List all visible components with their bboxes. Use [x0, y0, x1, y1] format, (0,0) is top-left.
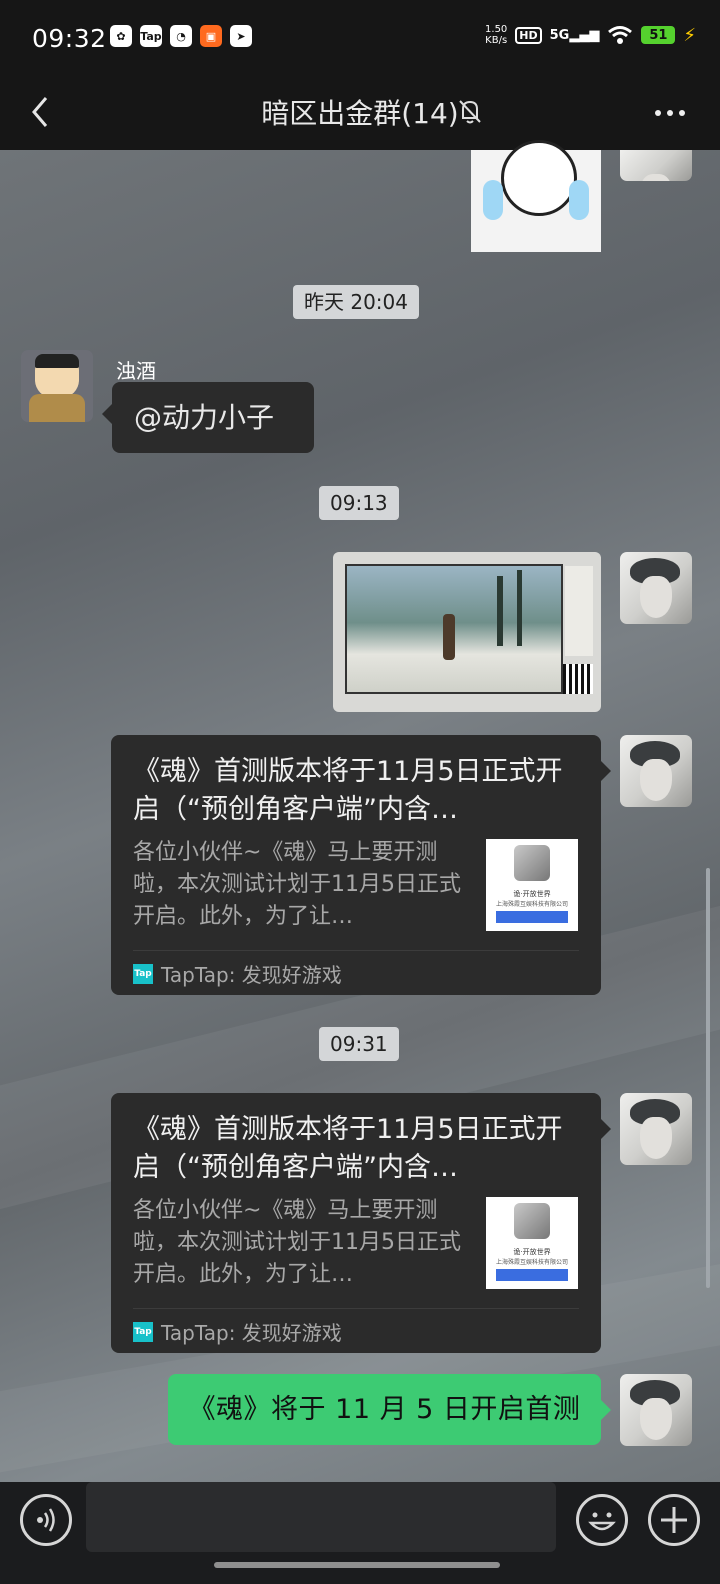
card-thumbnail: 诡·开放世界 上海殊霞互娱科技有限公司	[486, 839, 578, 931]
hd-icon: HD	[515, 26, 542, 44]
timestamp: 09:13	[319, 486, 399, 520]
avatar-self[interactable]	[620, 150, 692, 181]
notification-icons: ✿ Tap ◔ ▣ ➤	[110, 25, 252, 47]
avatar-self[interactable]	[620, 1374, 692, 1446]
status-bar: 09:32 ✿ Tap ◔ ▣ ➤ 1.50 KB/s HD 5G▂▄▆ 51 …	[0, 0, 720, 78]
send-app-icon: ➤	[230, 25, 252, 47]
message-bubble-self[interactable]: 《魂》将于 11 月 5 日开启首测	[168, 1374, 611, 1445]
net-speed: 1.50 KB/s	[485, 24, 508, 46]
card-source: Tap TapTap: 发现好游戏	[133, 963, 342, 987]
avatar-self[interactable]	[620, 735, 692, 807]
voice-input-icon[interactable]	[20, 1494, 72, 1546]
message-input[interactable]	[86, 1482, 556, 1552]
taptap-icon: Tap	[133, 963, 153, 984]
card-description: 各位小伙伴~《魂》马上要开测啦，本次测试计划于11月5日正式开启。此外，为了让…	[133, 1198, 461, 1287]
sticker-message[interactable]	[471, 140, 601, 252]
card-title: 《魂》首测版本将于11月5日正式开启（“预创角客户端”内含…	[133, 756, 563, 825]
charging-icon: ⚡	[683, 24, 696, 46]
card-title: 《魂》首测版本将于11月5日正式开启（“预创角客户端”内含…	[133, 1114, 563, 1183]
battery-icon: 51	[641, 26, 676, 44]
game-logo-icon	[514, 845, 550, 881]
taptap-icon: Tap	[140, 25, 162, 47]
avatar-self[interactable]	[620, 1093, 692, 1165]
link-card[interactable]: 《魂》首测版本将于11月5日正式开启（“预创角客户端”内含… 各位小伙伴~《魂》…	[111, 1093, 611, 1353]
sender-name: 浊酒	[116, 359, 156, 383]
input-bar	[0, 1482, 720, 1584]
wifi-icon	[608, 26, 633, 44]
avatar-other[interactable]	[21, 350, 93, 422]
speed-icon: ◔	[170, 25, 192, 47]
qq-icon: ✿	[110, 25, 132, 47]
timestamp: 昨天 20:04	[293, 285, 419, 319]
muted-bell-icon	[459, 100, 481, 124]
image-message[interactable]	[333, 552, 601, 712]
message-bubble[interactable]: @动力小子	[102, 382, 314, 453]
message-text: @动力小子	[134, 401, 275, 434]
emoji-icon[interactable]	[576, 1494, 628, 1546]
message-text: 《魂》将于 11 月 5 日开启首测	[188, 1394, 581, 1425]
home-indicator[interactable]	[214, 1562, 500, 1568]
orange-app-icon: ▣	[200, 25, 222, 47]
game-logo-icon	[514, 1203, 550, 1239]
plus-icon[interactable]	[648, 1494, 700, 1546]
system-icons: 1.50 KB/s HD 5G▂▄▆ 51 ⚡	[485, 24, 696, 46]
qr-code-icon	[563, 664, 593, 694]
taptap-icon: Tap	[133, 1321, 153, 1342]
link-card[interactable]: 《魂》首测版本将于11月5日正式开启（“预创角客户端”内含… 各位小伙伴~《魂》…	[111, 735, 611, 995]
card-source: Tap TapTap: 发现好游戏	[133, 1321, 342, 1345]
avatar-self[interactable]	[620, 552, 692, 624]
card-thumbnail: 诡·开放世界 上海殊霞互娱科技有限公司	[486, 1197, 578, 1289]
scroll-indicator[interactable]	[706, 868, 710, 1288]
chat-header: 暗区出金群(14)	[0, 78, 720, 150]
signal-5g-icon: 5G▂▄▆	[549, 27, 600, 43]
chat-title: 暗区出金群(14)	[261, 97, 459, 130]
status-time: 09:32	[32, 24, 107, 53]
timestamp: 09:31	[319, 1027, 399, 1061]
more-options-icon[interactable]	[650, 100, 690, 126]
card-description: 各位小伙伴~《魂》马上要开测啦，本次测试计划于11月5日正式开启。此外，为了让…	[133, 840, 461, 929]
